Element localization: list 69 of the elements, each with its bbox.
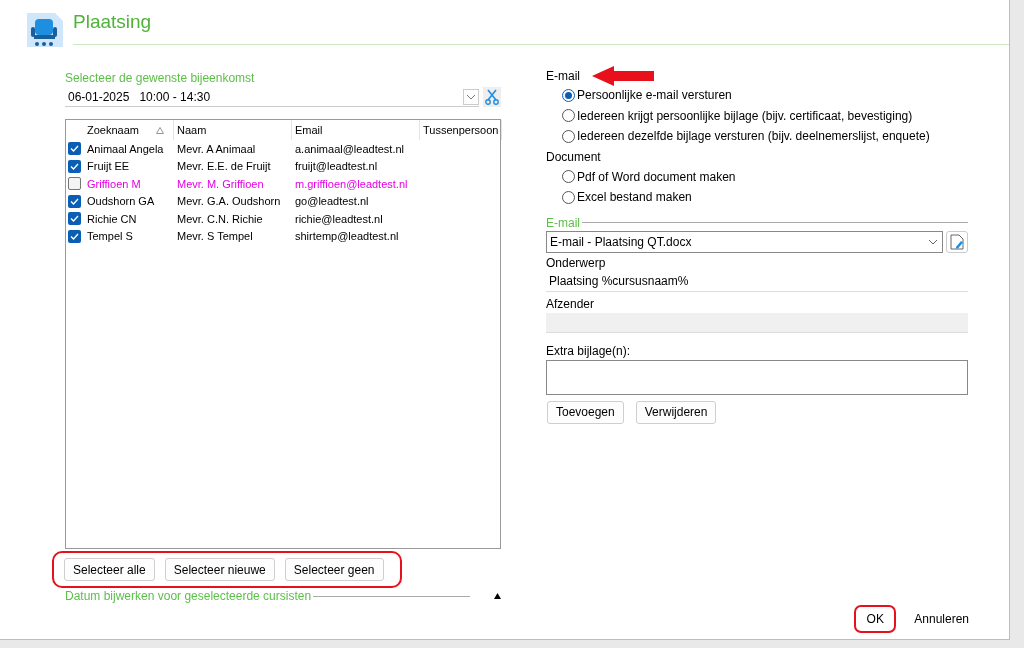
chevron-down-icon	[463, 88, 479, 105]
row-checkbox[interactable]	[68, 159, 81, 173]
row-checkbox[interactable]	[68, 142, 81, 156]
radio-button[interactable]	[562, 109, 575, 123]
table-cell: Fruijt EE	[87, 160, 130, 172]
scissors-button[interactable]	[483, 87, 501, 107]
radio-label: Excel bestand maken	[577, 189, 692, 207]
table-cell: Mevr. M. Griffioen	[177, 177, 264, 190]
window-title: Plaatsing	[73, 10, 152, 32]
group-label: Document	[546, 148, 602, 166]
table-cell: Mevr. G.A. Oudshorn	[177, 195, 281, 207]
table-cell: fruijt@leadtest.nl	[295, 160, 378, 172]
attachment-button[interactable]: Toevoegen	[547, 400, 624, 424]
group-label: E-mail	[546, 68, 580, 85]
table-cell: Mevr. E.E. de Fruijt	[177, 160, 271, 172]
attachment-button[interactable]: Verwijderen	[635, 400, 717, 424]
column-header[interactable]: Zoeknaam	[87, 121, 139, 139]
office-chair-icon	[27, 13, 63, 47]
radio-button[interactable]	[562, 190, 575, 204]
column-header[interactable]: Naam	[177, 121, 207, 139]
edit-document-icon	[950, 233, 964, 250]
chevron-down-icon	[928, 238, 938, 245]
ok-button[interactable]: OK	[862, 610, 888, 628]
table-cell: Richie CN	[87, 212, 137, 225]
table-cell: a.animaal@leadtest.nl	[295, 142, 404, 155]
select-button[interactable]: Selecteer nieuwe	[164, 558, 275, 581]
radio-label: Iedereen dezelfde bijlage versturen (bijv. deelnemerslijst, enquete)	[577, 128, 930, 146]
radio-button[interactable]	[562, 170, 575, 184]
column-header[interactable]: Tussenpersoon	[423, 121, 499, 139]
table-cell: shirtemp@leadtest.nl	[295, 230, 399, 242]
edit-document-button[interactable]	[946, 230, 968, 253]
row-checkbox[interactable]	[68, 194, 81, 208]
row-checkbox[interactable]	[68, 212, 81, 226]
collapse-icon[interactable]	[494, 593, 501, 599]
table-cell: Oudshorn GA	[87, 195, 155, 207]
field-label: Afzender	[546, 295, 596, 313]
section-label: Datum bijwerken voor geselecteerde cursisten	[65, 588, 312, 605]
table-cell: Griffioen M	[87, 177, 141, 190]
select-button[interactable]: Selecteer alle	[64, 558, 155, 581]
table-cell: Mevr. C.N. Richie	[177, 212, 263, 225]
checkmark-icon	[70, 197, 79, 205]
table-cell: Mevr. S Tempel	[177, 230, 253, 242]
radio-button[interactable]	[562, 88, 575, 102]
field-label: Extra bijlage(n):	[546, 342, 632, 360]
table-cell: Tempel S	[87, 230, 133, 242]
radio-label: Persoonlijke e-mail versturen	[577, 87, 732, 105]
table-cell: richie@leadtest.nl	[295, 212, 383, 225]
row-checkbox[interactable]	[68, 177, 81, 191]
column-header[interactable]: Email	[295, 121, 323, 139]
arrow-icon	[592, 66, 654, 86]
select-button[interactable]: Selecteer geen	[284, 558, 384, 581]
radio-label: Pdf of Word document maken	[577, 168, 736, 186]
sort-up-icon	[156, 126, 164, 134]
row-checkbox[interactable]	[68, 229, 81, 243]
table-cell: m.griffioen@leadtest.nl	[295, 177, 408, 190]
sender-field[interactable]	[546, 312, 968, 333]
field-label: Onderwerp	[546, 254, 607, 272]
radio-button[interactable]	[562, 129, 575, 143]
scissors-icon	[485, 89, 499, 105]
table-cell: go@leadtest.nl	[295, 195, 369, 207]
radio-label: Iedereen krijgt persoonlijke bijlage (bijv. certificaat, bevestiging)	[577, 107, 913, 125]
template-dropdown[interactable]: E-mail - Plaatsing QT.docx	[546, 230, 943, 253]
cancel-button[interactable]: Annuleren	[910, 610, 973, 628]
table-cell: Mevr. A Animaal	[177, 142, 256, 155]
table-cell: Animaal Angela	[87, 142, 164, 155]
meeting-label: Selecteer de gewenste bijeenkomst	[65, 70, 256, 85]
section-label: E-mail	[546, 214, 580, 232]
attachments-field[interactable]	[546, 359, 968, 395]
meeting-dropdown[interactable]: 06-01-2025 10:00 - 14:30	[65, 87, 479, 107]
